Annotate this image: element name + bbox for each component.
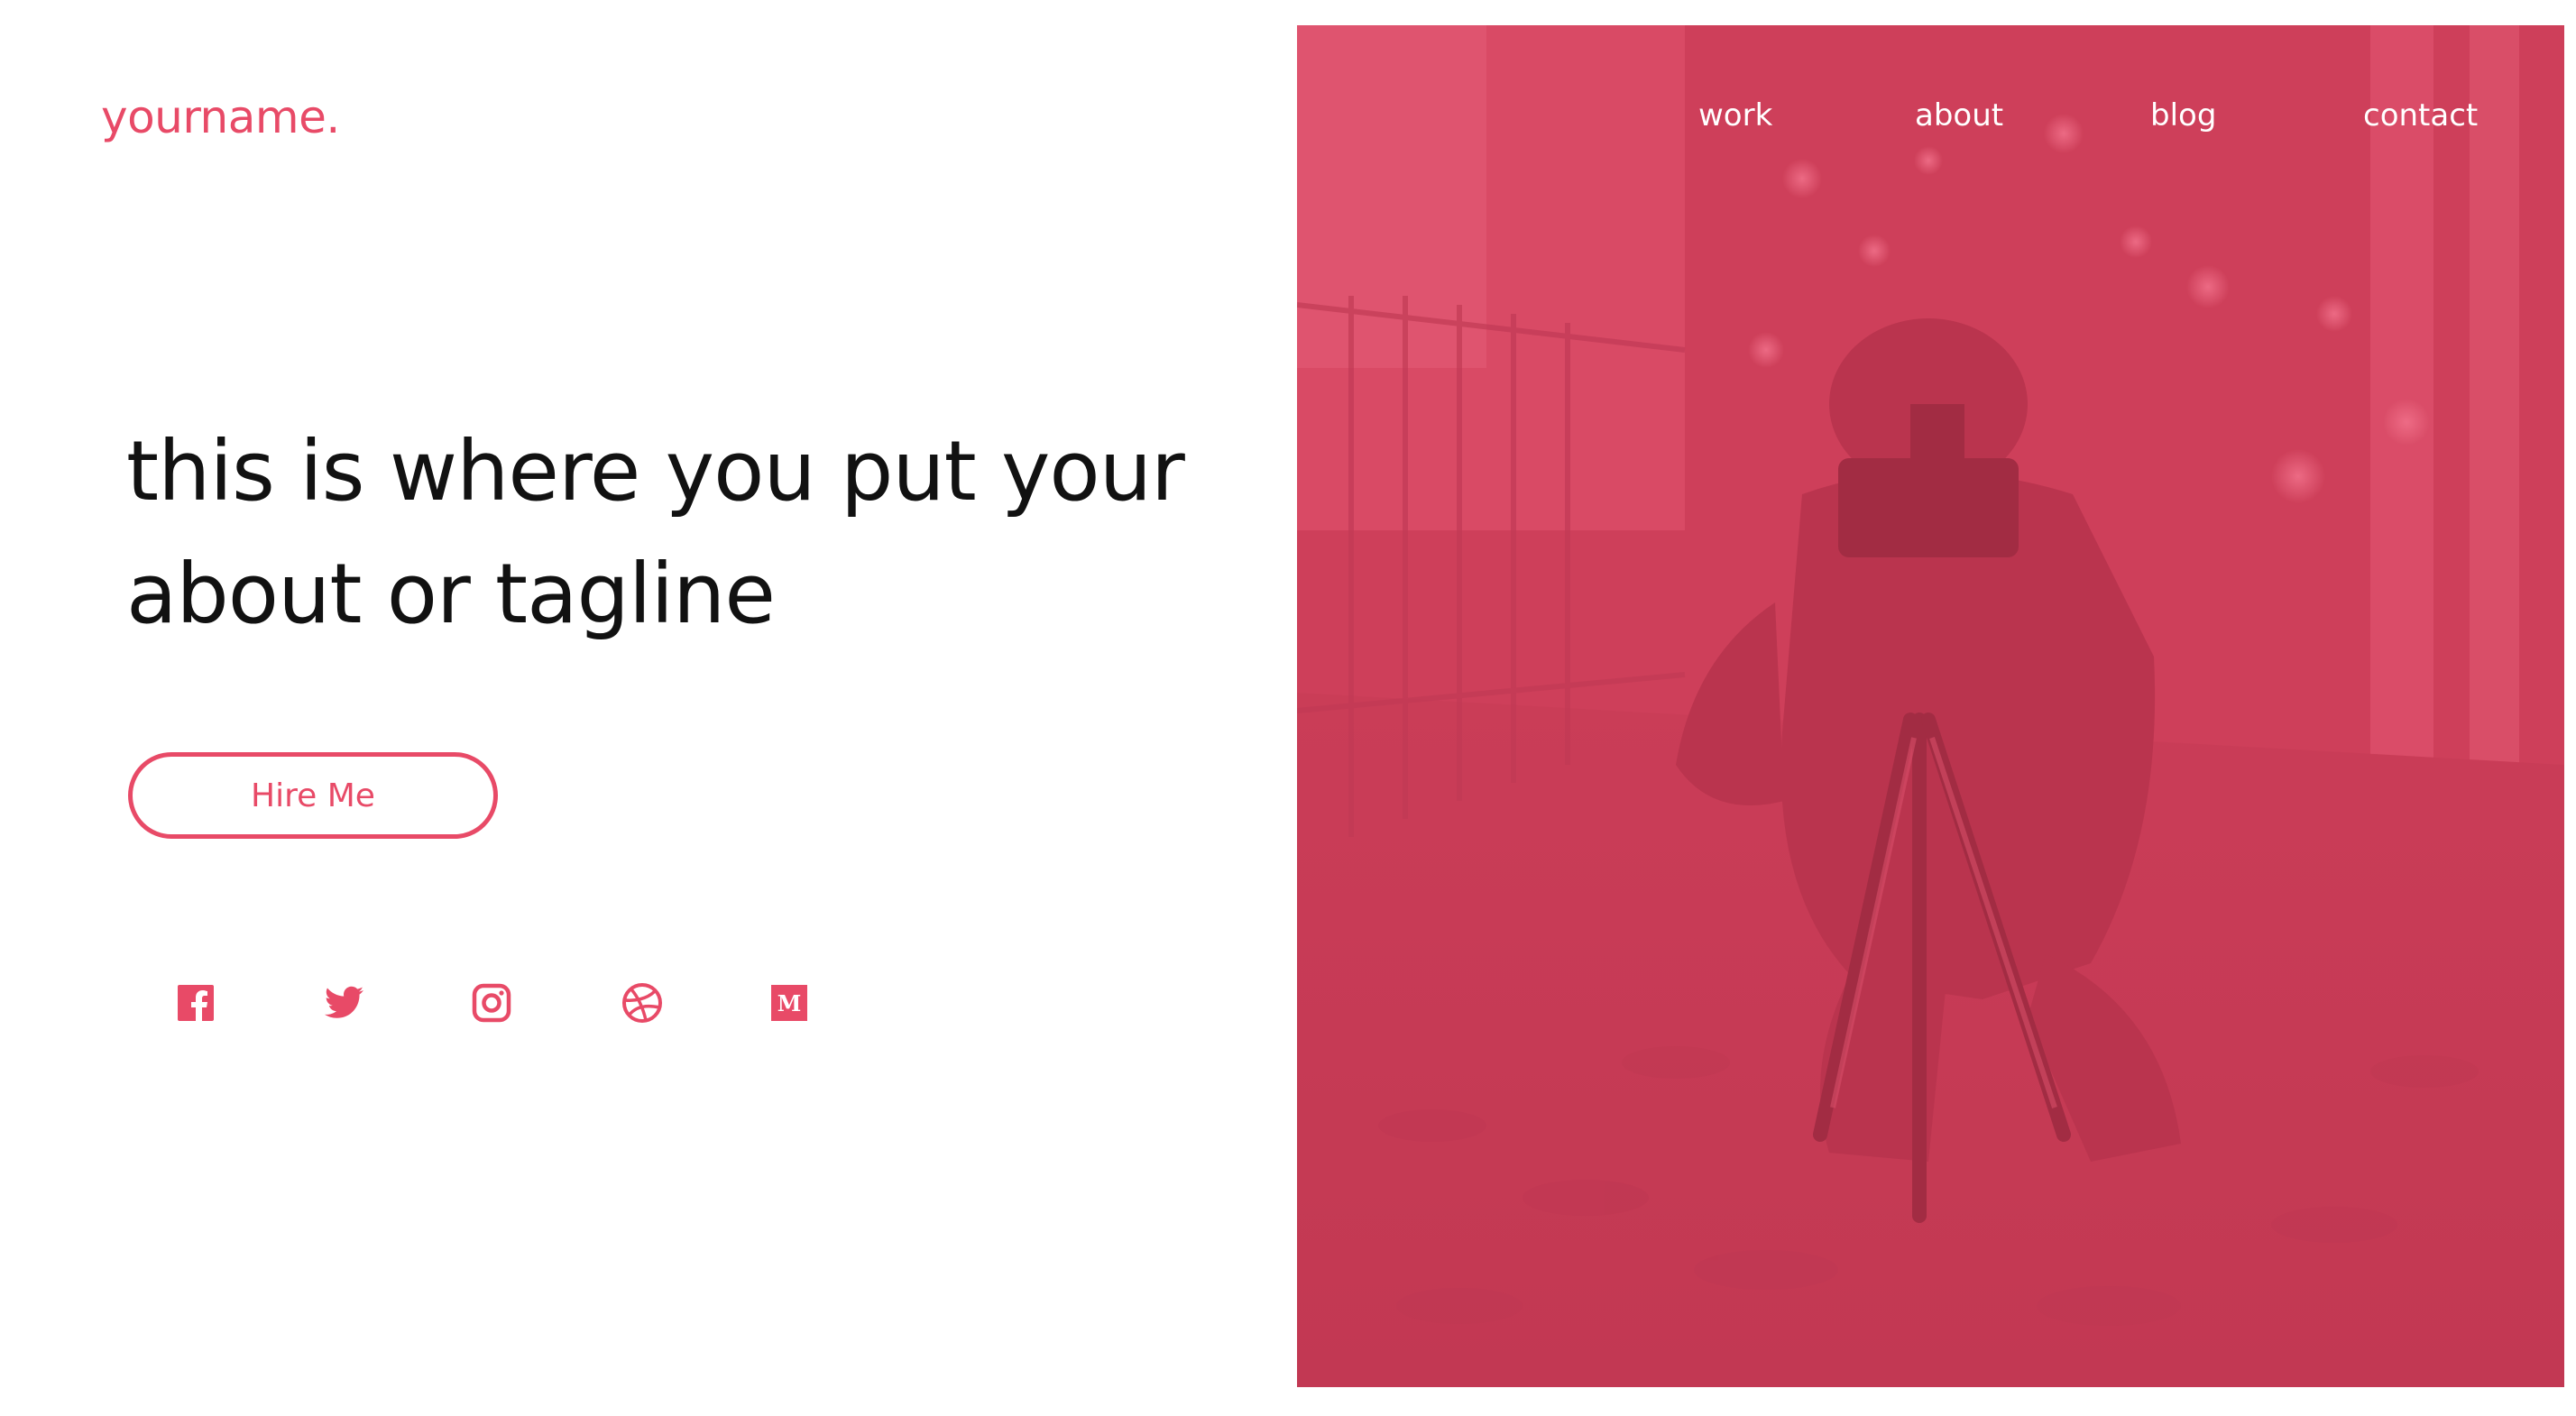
svg-text:M: M — [777, 990, 802, 1016]
instagram-icon[interactable] — [470, 981, 513, 1025]
hero-tagline: this is where you put your about or tagl… — [126, 423, 1185, 642]
nav-link-about[interactable]: about — [1915, 88, 2003, 143]
photographer-photo — [1297, 25, 2564, 1387]
hire-me-button[interactable]: Hire Me — [128, 752, 498, 839]
site-logo[interactable]: yourname. — [101, 85, 340, 150]
facebook-icon[interactable] — [174, 981, 217, 1025]
twitter-icon[interactable] — [322, 981, 365, 1025]
hero-image — [1297, 25, 2564, 1387]
nav-link-contact[interactable]: contact — [2363, 88, 2478, 143]
medium-icon[interactable]: M — [768, 981, 811, 1025]
nav-link-blog[interactable]: blog — [2150, 88, 2216, 143]
main-nav: work about blog contact — [0, 88, 2576, 143]
nav-link-work[interactable]: work — [1698, 88, 1772, 143]
dribbble-icon[interactable] — [621, 981, 664, 1025]
